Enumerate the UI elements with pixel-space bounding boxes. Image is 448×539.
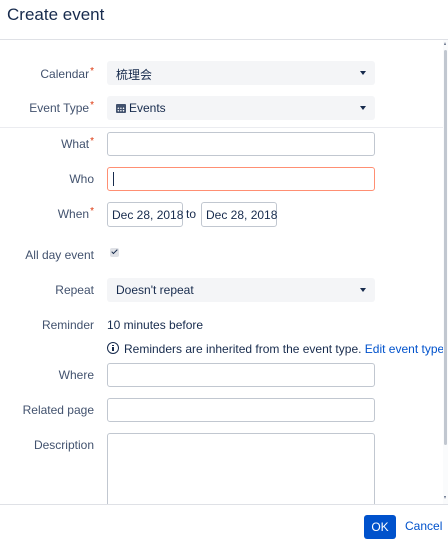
info-icon bbox=[107, 342, 119, 354]
description-textarea[interactable] bbox=[107, 433, 375, 504]
event-type-select[interactable]: Events bbox=[107, 96, 375, 120]
repeat-value: Doesn't repeat bbox=[116, 283, 194, 297]
all-day-label: All day event bbox=[25, 248, 94, 262]
scrollbar[interactable] bbox=[443, 40, 448, 504]
ok-button[interactable]: OK bbox=[364, 515, 396, 539]
section-divider bbox=[0, 127, 443, 128]
scroll-up-icon[interactable] bbox=[444, 42, 446, 45]
related-page-input[interactable] bbox=[107, 398, 375, 422]
dialog-title: Create event bbox=[7, 5, 105, 24]
dialog-header: Create event bbox=[0, 0, 448, 40]
description-label: Description bbox=[33, 438, 94, 452]
calendar-label: Calendar* bbox=[40, 66, 94, 81]
required-marker: * bbox=[90, 206, 94, 217]
required-marker: * bbox=[90, 66, 94, 77]
what-label: What* bbox=[61, 136, 94, 151]
calendar-select[interactable]: 梳理会 bbox=[107, 61, 375, 85]
reminder-info: Reminders are inherited from the event t… bbox=[124, 342, 444, 356]
scrollbar-thumb[interactable] bbox=[444, 50, 447, 445]
chevron-down-icon bbox=[360, 288, 366, 292]
required-marker: * bbox=[90, 100, 94, 111]
repeat-select[interactable]: Doesn't repeat bbox=[107, 278, 375, 302]
what-input[interactable] bbox=[107, 132, 375, 156]
end-date-input[interactable]: Dec 28, 2018 bbox=[201, 202, 277, 227]
event-type-label: Event Type* bbox=[29, 100, 94, 115]
all-day-checkbox[interactable] bbox=[110, 248, 119, 257]
dialog-footer: OK Cancel bbox=[0, 504, 448, 539]
scroll-down-icon[interactable] bbox=[444, 496, 446, 499]
related-page-label: Related page bbox=[22, 403, 94, 417]
event-type-value: Events bbox=[129, 101, 166, 115]
calendar-icon bbox=[116, 104, 126, 113]
reminder-info-text: Reminders are inherited from the event t… bbox=[124, 342, 362, 356]
date-separator: to bbox=[186, 207, 197, 221]
who-label: Who bbox=[69, 172, 94, 186]
where-label: Where bbox=[58, 368, 94, 382]
repeat-label: Repeat bbox=[55, 283, 94, 297]
chevron-down-icon bbox=[360, 71, 366, 75]
reminder-value: 10 minutes before bbox=[107, 318, 204, 332]
who-input[interactable] bbox=[107, 167, 375, 191]
text-caret bbox=[113, 172, 114, 186]
reminder-label: Reminder bbox=[41, 318, 94, 332]
calendar-value: 梳理会 bbox=[116, 68, 153, 82]
where-input[interactable] bbox=[107, 363, 375, 387]
when-label: When* bbox=[57, 206, 94, 221]
cancel-button[interactable]: Cancel bbox=[405, 519, 442, 533]
chevron-down-icon bbox=[360, 106, 366, 110]
start-date-input[interactable]: Dec 28, 2018 bbox=[107, 202, 183, 227]
edit-event-type-link[interactable]: Edit event type bbox=[365, 342, 444, 356]
dialog-body: Calendar* 梳理会 Event Type* Events What* W… bbox=[0, 40, 448, 504]
required-marker: * bbox=[90, 136, 94, 147]
